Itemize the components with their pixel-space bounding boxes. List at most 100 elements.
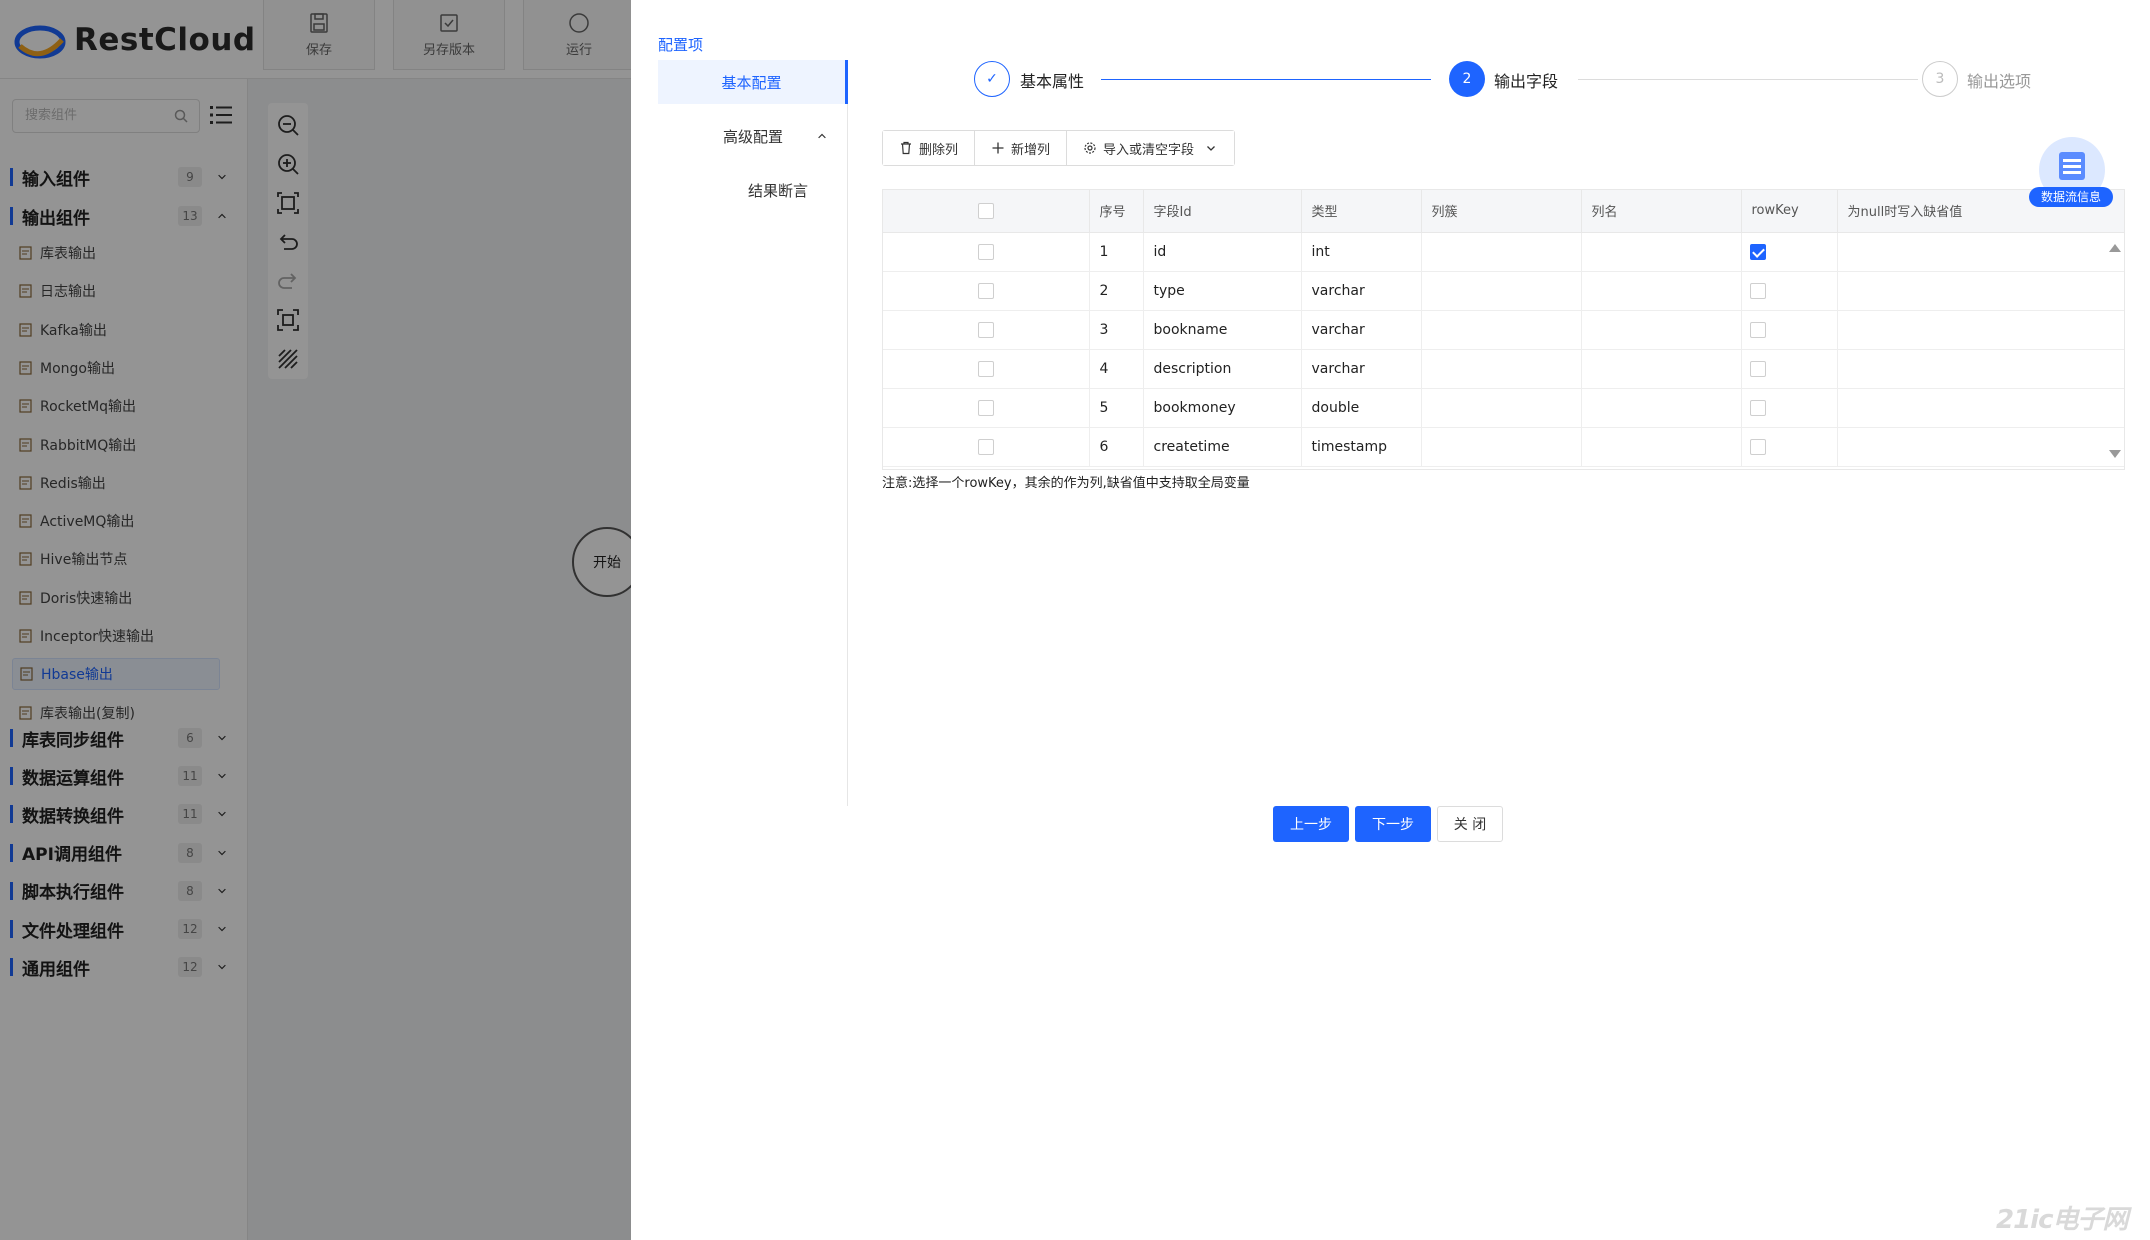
default-value-cell[interactable] [1837, 427, 2124, 467]
type-cell[interactable]: varchar [1301, 310, 1422, 350]
column-family-cell[interactable] [1421, 232, 1582, 272]
type-cell[interactable]: varchar [1301, 349, 1422, 389]
import-clear-fields-dropdown[interactable]: 导入或清空字段 [1067, 131, 1235, 165]
column-header-label: 为null时写入缺省值 [1847, 205, 1963, 221]
default-value-cell[interactable] [1837, 271, 2124, 311]
table-row: 5 bookmoney double [883, 388, 2124, 428]
table-toolbar: 删除列 新增列 导入或清空字段 [882, 130, 1236, 166]
field-id-cell[interactable]: id [1143, 232, 1302, 272]
rowkey-cell [1741, 271, 1838, 311]
type-cell[interactable]: timestamp [1301, 427, 1422, 467]
import-clear-fields-label: 导入或清空字段 [1103, 142, 1195, 158]
column-header-label: 字段Id [1153, 205, 1192, 221]
rowkey-checkbox[interactable] [1749, 282, 1766, 299]
column-name-cell[interactable] [1581, 349, 1742, 389]
config-menu-item[interactable]: 高级配置 [658, 114, 848, 158]
add-column-button[interactable]: 新增列 [975, 131, 1068, 165]
watermark: 21ic电子网 [1996, 1192, 2129, 1238]
row-select-checkbox[interactable] [977, 360, 994, 377]
row-select-checkbox[interactable] [977, 282, 994, 299]
row-number: 2 [1089, 271, 1144, 311]
rowkey-cell [1741, 310, 1838, 350]
row-number: 5 [1089, 388, 1144, 428]
step-marker: ✓ [974, 61, 1010, 97]
step-marker: 3 [1922, 61, 1958, 97]
rowkey-checkbox[interactable] [1749, 243, 1766, 260]
column-name-cell[interactable] [1581, 232, 1742, 272]
column-family-cell[interactable] [1421, 427, 1582, 467]
step-label: 基本属性 [1020, 72, 1085, 91]
config-section-title: 配置项 [658, 36, 704, 54]
select-all-checkbox[interactable] [977, 202, 994, 219]
table-row: 6 createtime timestamp [883, 427, 2124, 467]
column-name-cell[interactable] [1581, 388, 1742, 428]
rowkey-cell [1741, 427, 1838, 467]
step-label: 输出选项 [1967, 72, 2032, 91]
output-fields-table: 序号 字段Id 类型 列簇 列名 rowKey 为null时写入缺省值 1 id int 2 typ… [882, 189, 2125, 470]
add-column-label: 新增列 [1011, 142, 1051, 158]
rowkey-checkbox[interactable] [1749, 438, 1766, 455]
rowkey-checkbox[interactable] [1749, 399, 1766, 416]
rowkey-checkbox[interactable] [1749, 360, 1766, 377]
row-select-cell [883, 271, 1090, 311]
gear-icon [1084, 142, 1096, 154]
config-drawer: 配置项 基本配置 高级配置 结果断言 ✓ 基本属性 2 输出字段 3 输出选项 删除列 新增列… [631, 0, 2150, 1240]
data-flow-info-button[interactable]: 数据流信息 [2029, 137, 2113, 209]
column-header: 列名 [1581, 190, 1742, 233]
row-select-checkbox[interactable] [977, 399, 994, 416]
config-menu-item[interactable]: 结果断言 [658, 168, 848, 212]
scroll-up-arrow[interactable] [2109, 244, 2121, 252]
row-select-cell [883, 310, 1090, 350]
rowkey-cell [1741, 388, 1838, 428]
column-header-label: 列名 [1591, 205, 1618, 221]
default-value-cell[interactable] [1837, 349, 2124, 389]
close-button[interactable]: 关 闭 [1437, 806, 1503, 842]
field-id-cell[interactable]: bookname [1143, 310, 1302, 350]
config-menu-label: 结果断言 [747, 181, 808, 200]
table-row: 1 id int [883, 232, 2124, 272]
column-family-cell[interactable] [1421, 349, 1582, 389]
row-select-checkbox[interactable] [977, 243, 994, 260]
default-value-cell[interactable] [1837, 388, 2124, 428]
row-select-cell [883, 232, 1090, 272]
trash-icon [901, 141, 911, 155]
scroll-down-arrow[interactable] [2109, 450, 2121, 458]
table-row: 2 type varchar [883, 271, 2124, 311]
delete-column-button[interactable]: 删除列 [883, 131, 976, 165]
chevron-up-icon [818, 133, 826, 139]
watermark-main: 21ic [1996, 1205, 2054, 1235]
delete-column-label: 删除列 [919, 142, 959, 158]
type-cell[interactable]: double [1301, 388, 1422, 428]
table-row: 3 bookname varchar [883, 310, 2124, 350]
rowkey-cell [1741, 232, 1838, 272]
config-menu-item[interactable]: 基本配置 [658, 60, 848, 104]
next-step-button[interactable]: 下一步 [1355, 806, 1431, 842]
rowkey-checkbox[interactable] [1749, 321, 1766, 338]
column-header: 列簇 [1421, 190, 1582, 233]
rowkey-note: 注意:选择一个rowKey，其余的作为列,缺省值中支持取全局变量 [882, 476, 1250, 491]
row-select-cell [883, 427, 1090, 467]
column-family-cell[interactable] [1421, 310, 1582, 350]
default-value-cell[interactable] [1837, 310, 2124, 350]
column-name-cell[interactable] [1581, 271, 1742, 311]
field-id-cell[interactable]: description [1143, 349, 1302, 389]
field-id-cell[interactable]: bookmoney [1143, 388, 1302, 428]
field-id-cell[interactable]: type [1143, 271, 1302, 311]
row-number: 4 [1089, 349, 1144, 389]
prev-step-button[interactable]: 上一步 [1273, 806, 1349, 842]
row-select-checkbox[interactable] [977, 438, 994, 455]
column-name-cell[interactable] [1581, 310, 1742, 350]
row-number: 3 [1089, 310, 1144, 350]
default-value-cell[interactable] [1837, 232, 2124, 272]
column-family-cell[interactable] [1421, 271, 1582, 311]
column-family-cell[interactable] [1421, 388, 1582, 428]
row-number: 1 [1089, 232, 1144, 272]
type-cell[interactable]: int [1301, 232, 1422, 272]
type-cell[interactable]: varchar [1301, 271, 1422, 311]
row-select-checkbox[interactable] [977, 321, 994, 338]
watermark-sub: 电子网 [2052, 1205, 2129, 1235]
column-header: rowKey [1741, 190, 1838, 233]
config-menu-label: 基本配置 [721, 73, 782, 92]
field-id-cell[interactable]: createtime [1143, 427, 1302, 467]
column-name-cell[interactable] [1581, 427, 1742, 467]
